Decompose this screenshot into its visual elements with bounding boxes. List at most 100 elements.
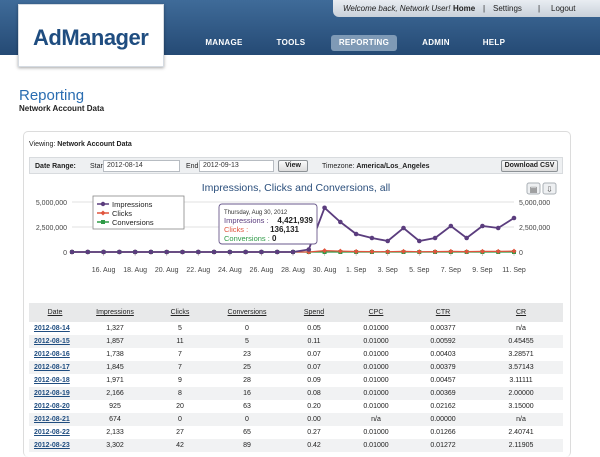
cell-spend: 0.07: [307, 364, 321, 371]
cell-ctr: 0.01272: [430, 442, 456, 449]
point-impressions: [180, 249, 185, 255]
nav-tools[interactable]: TOOLS: [266, 35, 316, 51]
cell-cpc: n/a: [371, 416, 381, 423]
y-tick-label-left: 5,000,000: [36, 200, 67, 207]
cell-spend: 0.05: [307, 325, 321, 332]
point-impressions: [69, 249, 75, 255]
cell-cr: 3.57143: [508, 364, 534, 371]
column-header-conversions[interactable]: Conversions: [211, 303, 283, 322]
cell-conversions: 65: [243, 429, 251, 436]
logo-text: AdManager: [33, 25, 149, 50]
nav-admin[interactable]: ADMIN: [413, 35, 459, 51]
y-tick-label-right: 0: [519, 250, 523, 257]
end-date-input[interactable]: 2012-09-13: [199, 160, 274, 172]
cell-clicks: 7: [178, 364, 182, 371]
cell-conversions: 0: [245, 416, 249, 423]
point-impressions: [85, 249, 91, 255]
viewing-line: Viewing: Network Account Data: [29, 141, 132, 148]
tooltip-impressions-label: Impressions :: [224, 216, 269, 225]
y-tick-label-left: 2,500,000: [36, 225, 67, 232]
date-link[interactable]: 2012-08-17: [29, 361, 81, 374]
date-link[interactable]: 2012-08-23: [29, 439, 81, 452]
viewing-value: Network Account Data: [57, 141, 132, 148]
x-tick-label: 9. Sep: [472, 267, 492, 274]
date-link[interactable]: 2012-08-14: [29, 322, 81, 335]
logo[interactable]: AdManager: [18, 4, 164, 67]
cell-clicks: 0: [178, 416, 182, 423]
column-header-spend[interactable]: Spend: [283, 303, 345, 322]
cell-ctr: 0.00377: [430, 325, 456, 332]
point-impressions: [259, 249, 264, 255]
point-impressions: [148, 249, 154, 255]
x-tick-label: 30. Aug: [313, 267, 337, 274]
column-header-clicks[interactable]: Clicks: [149, 303, 211, 322]
cell-cr: 2.40741: [508, 429, 534, 436]
nav-reporting[interactable]: REPORTING: [331, 35, 397, 51]
table-row: 2012-08-18 1,971 9 28 0.09 0.01000 0.00457 3.11…: [29, 374, 563, 387]
cell-clicks: 11: [176, 338, 184, 345]
cell-cr: 0.45455: [508, 338, 534, 345]
column-header-cr[interactable]: CR: [479, 303, 563, 322]
cell-impressions: 2,133: [106, 429, 124, 436]
end-label: End: [186, 163, 199, 170]
cell-ctr: 0.02162: [430, 403, 456, 410]
cell-impressions: 674: [109, 416, 121, 423]
table-header-row: Date Impressions Clicks Conversions Spend CPC…: [29, 303, 563, 322]
point-impressions: [385, 238, 391, 244]
date-link[interactable]: 2012-08-18: [29, 374, 81, 387]
cell-spend: 0.09: [307, 377, 321, 384]
cell-spend: 0.42: [307, 442, 321, 449]
legend-label: Impressions: [112, 200, 153, 209]
timezone: Timezone: America/Los_Angeles: [322, 163, 430, 170]
point-impressions: [480, 223, 485, 229]
cell-clicks: 9: [178, 377, 182, 384]
x-tick-label: 11. Sep: [502, 267, 526, 274]
nav-manage[interactable]: MANAGE: [196, 35, 252, 51]
point-impressions: [322, 205, 327, 211]
point-impressions: [117, 249, 122, 255]
point-impressions: [211, 249, 217, 255]
start-date-input[interactable]: 2012-08-14: [103, 160, 180, 172]
date-link[interactable]: 2012-08-20: [29, 400, 81, 413]
tooltip-impressions-value: 4,421,939: [277, 216, 313, 225]
cell-clicks: 20: [176, 403, 184, 410]
table-row: 2012-08-15 1,857 11 5 0.11 0.01000 0.00592 0.45…: [29, 335, 563, 348]
point-impressions: [306, 247, 312, 252]
x-tick-label: 22. Aug: [186, 267, 210, 274]
cell-ctr: 0.01266: [430, 429, 456, 436]
column-header-impressions[interactable]: Impressions: [81, 303, 149, 322]
cell-spend: 0.27: [307, 429, 321, 436]
cell-ctr: 0.00592: [430, 338, 456, 345]
x-tick-label: 5. Sep: [409, 267, 429, 274]
date-link[interactable]: 2012-08-16: [29, 348, 81, 361]
cell-conversions: 5: [245, 338, 249, 345]
download-csv-button[interactable]: Download CSV: [501, 160, 558, 172]
home-link[interactable]: Home: [453, 4, 475, 13]
nav-help[interactable]: HELP: [474, 35, 514, 51]
view-button[interactable]: View: [278, 160, 308, 172]
cell-impressions: 3,302: [106, 442, 124, 449]
cell-conversions: 25: [243, 364, 251, 371]
download-icon-glyph: ⇩: [546, 185, 553, 194]
x-tick-label: 28. Aug: [281, 267, 305, 274]
date-link[interactable]: 2012-08-21: [29, 413, 81, 426]
cell-clicks: 42: [176, 442, 184, 449]
cell-impressions: 1,845: [106, 364, 124, 371]
date-link[interactable]: 2012-08-15: [29, 335, 81, 348]
date-link[interactable]: 2012-08-19: [29, 387, 81, 400]
cell-spend: 0.08: [307, 390, 321, 397]
cell-cpc: 0.01000: [363, 364, 389, 371]
cell-impressions: 1,738: [106, 351, 124, 358]
cell-clicks: 7: [178, 351, 182, 358]
settings-link[interactable]: Settings: [493, 4, 522, 13]
cell-ctr: 0.00457: [430, 377, 456, 384]
date-link[interactable]: 2012-08-22: [29, 426, 81, 439]
column-header-date[interactable]: Date: [29, 303, 81, 322]
logout-link[interactable]: Logout: [551, 4, 575, 13]
x-tick-label: 1. Sep: [346, 267, 366, 274]
legend-marker: [101, 220, 105, 224]
column-header-ctr[interactable]: CTR: [407, 303, 479, 322]
cell-ctr: 0.00369: [430, 390, 456, 397]
column-header-cpc[interactable]: CPC: [345, 303, 407, 322]
cell-spend: 0.20: [307, 403, 321, 410]
